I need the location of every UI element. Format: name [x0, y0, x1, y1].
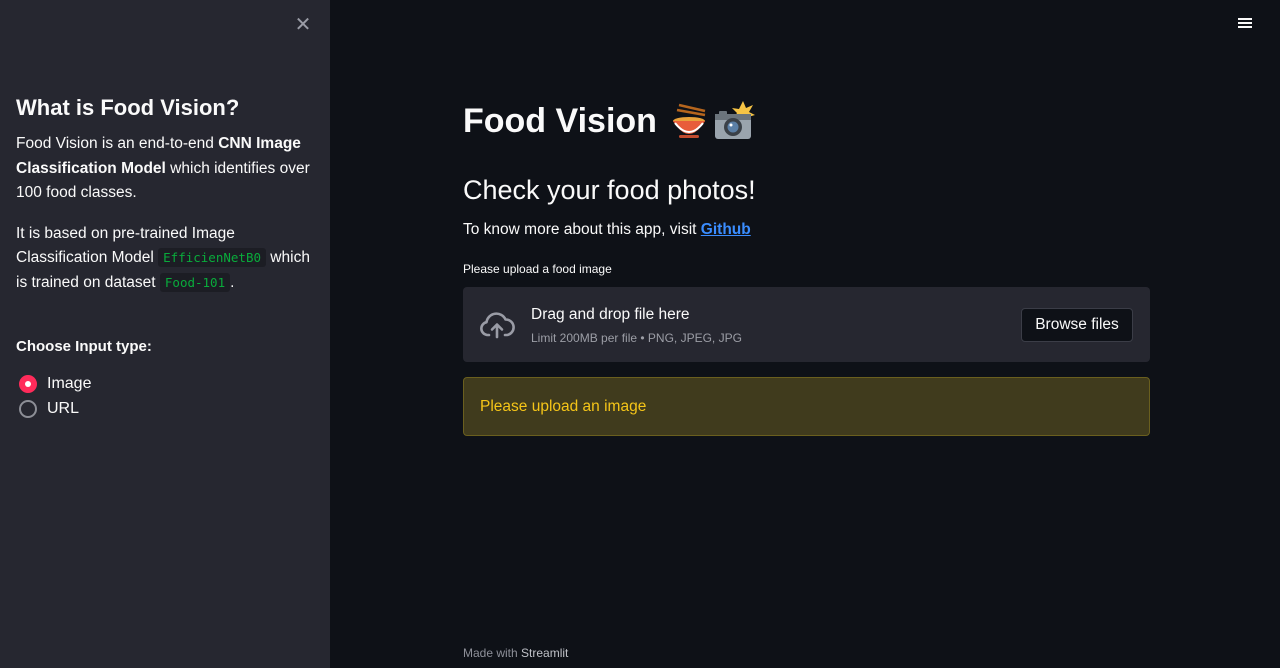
footer-prefix: Made with — [463, 646, 522, 660]
file-dropzone[interactable]: Drag and drop file here Limit 200MB per … — [463, 287, 1150, 362]
radio-selected-icon[interactable] — [19, 374, 37, 393]
browse-files-button[interactable]: Browse files — [1021, 308, 1133, 342]
model-info-end: . — [230, 273, 235, 291]
radio-label-image: Image — [47, 374, 92, 392]
upload-label: Please upload a food image — [463, 262, 612, 276]
info-prefix: To know more about this app, visit — [463, 221, 701, 238]
sidebar: ✕ What is Food Vision? Food Vision is an… — [0, 0, 330, 668]
camera-flash-icon — [714, 101, 755, 139]
dropzone-limit: Limit 200MB per file • PNG, JPEG, JPG — [531, 331, 742, 345]
hamburger-menu-icon[interactable] — [1238, 16, 1256, 36]
close-sidebar-button[interactable]: ✕ — [292, 14, 314, 36]
page-subtitle: Check your food photos! — [463, 175, 756, 205]
model-name-code: EfficienNetB0 — [158, 248, 266, 267]
dropzone-title: Drag and drop file here — [531, 306, 690, 323]
streamlit-link[interactable]: Streamlit — [521, 646, 568, 660]
page-title: Food Vision — [463, 100, 755, 142]
cloud-upload-icon — [480, 312, 515, 339]
dataset-name-code: Food-101 — [159, 272, 231, 292]
noodle-bowl-icon — [672, 103, 706, 138]
warning-text: Please upload an image — [480, 398, 647, 415]
input-type-label: Choose Input type: — [16, 338, 152, 355]
radio-unselected-icon[interactable] — [19, 399, 37, 418]
warning-alert: Please upload an image — [463, 377, 1150, 436]
github-link[interactable]: Github — [701, 221, 751, 238]
title-emoji-icons — [669, 101, 755, 141]
sidebar-description: Food Vision is an end-to-end CNN Image C… — [16, 132, 316, 206]
sidebar-title: What is Food Vision? — [16, 95, 240, 120]
description-text: Food Vision is an end-to-end — [16, 135, 219, 152]
radio-option-image[interactable]: Image — [16, 371, 316, 396]
radio-label-url: URL — [47, 399, 80, 417]
radio-option-url[interactable]: URL — [16, 396, 316, 421]
sidebar-content: What is Food Vision? Food Vision is an e… — [16, 94, 316, 421]
footer: Made with Streamlit — [463, 645, 568, 661]
sidebar-model-info: It is based on pre-trained Image Classif… — [16, 222, 316, 296]
info-text: To know more about this app, visit Githu… — [463, 219, 751, 241]
page-title-text: Food Vision — [463, 102, 657, 140]
